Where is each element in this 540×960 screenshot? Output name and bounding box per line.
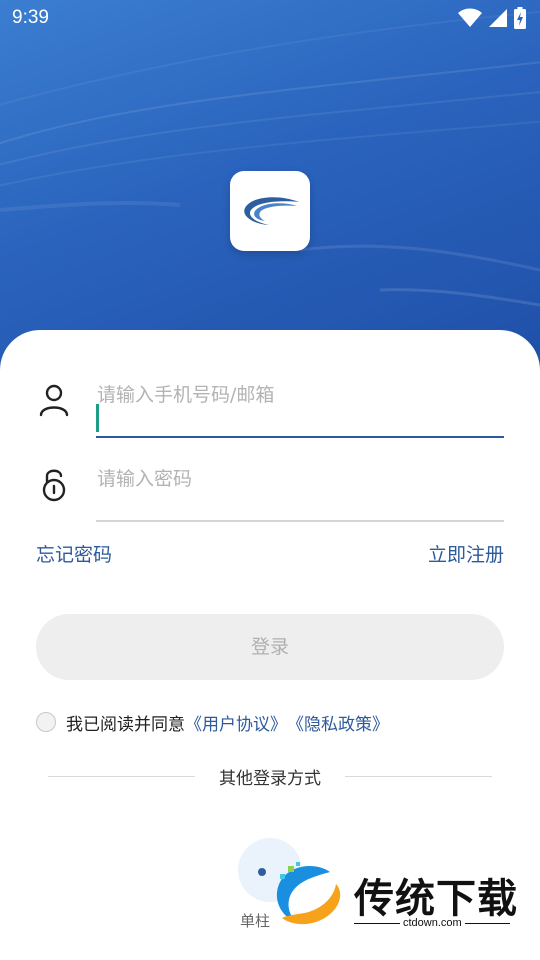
wifi-icon — [458, 8, 482, 27]
other-login-divider: 其他登录方式 — [48, 764, 492, 789]
login-button[interactable]: 登录 — [36, 614, 504, 680]
status-time: 9:39 — [12, 7, 49, 28]
privacy-policy-link[interactable]: 《隐私政策》 — [287, 710, 389, 735]
account-input[interactable]: 请输入手机号码/邮箱 — [96, 352, 504, 438]
divider-line-left — [48, 775, 195, 777]
other-login-title: 其他登录方式 — [219, 768, 321, 789]
status-bar: 9:39 — [0, 0, 540, 36]
app-logo-icon — [244, 197, 299, 225]
watermark: 传统下载 ctdown.com — [268, 858, 518, 938]
battery-icon — [514, 7, 526, 29]
agreement-text: 我已阅读并同意 — [66, 714, 185, 735]
agreement-row: 我已阅读并同意 《用户协议》 《隐私政策》 — [36, 708, 389, 736]
signal-icon — [489, 9, 507, 27]
account-field: 请输入手机号码/邮箱 — [36, 352, 504, 438]
watermark-logo-icon — [276, 862, 341, 925]
user-agreement-link[interactable]: 《用户协议》 — [185, 710, 287, 735]
password-input[interactable]: 请输入密码 — [96, 436, 504, 522]
agreement-checkbox[interactable] — [36, 712, 56, 732]
watermark-brand: 传统下载 — [354, 876, 518, 922]
register-link[interactable]: 立即注册 — [428, 540, 504, 567]
lock-icon — [42, 469, 66, 502]
app-logo — [230, 171, 310, 251]
watermark-domain: ctdown.com — [400, 917, 465, 929]
user-icon — [39, 384, 69, 417]
divider-line-right — [345, 775, 492, 777]
other-login-label: 单柱 — [240, 912, 271, 930]
forgot-password-link[interactable]: 忘记密码 — [36, 540, 112, 567]
password-field: 请输入密码 — [36, 436, 504, 522]
text-caret — [96, 404, 99, 432]
